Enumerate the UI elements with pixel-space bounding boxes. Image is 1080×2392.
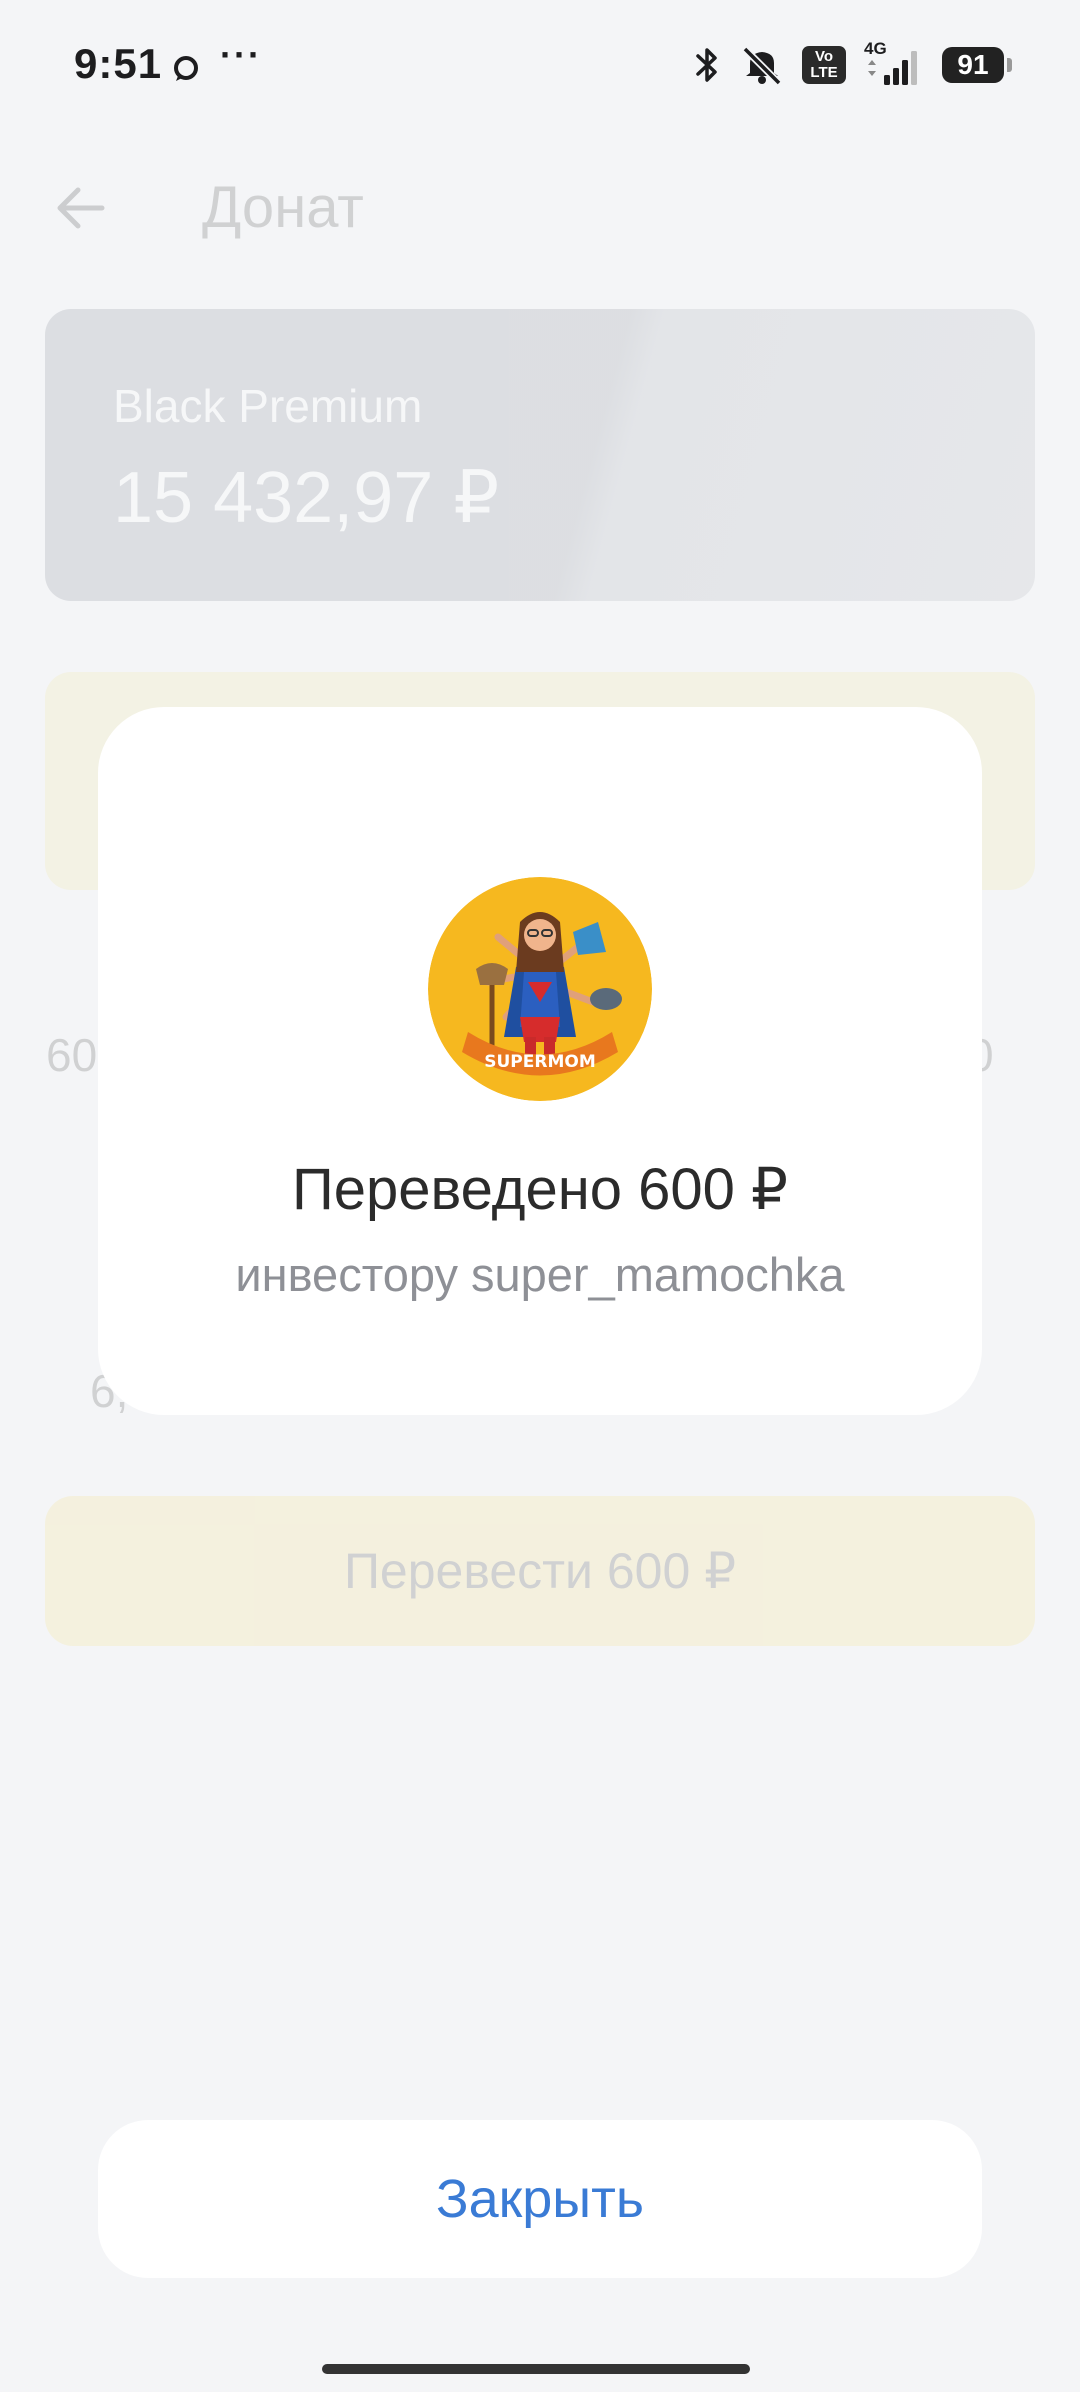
message-icon (174, 56, 198, 81)
recipient-avatar: SUPERMOM (428, 877, 652, 1101)
success-dialog: SUPERMOM Переведено 600 ₽ инвестору supe… (98, 707, 982, 1415)
home-indicator[interactable] (322, 2364, 750, 2374)
account-card: Black Premium 15 432,97 ₽ (45, 309, 1035, 601)
dialog-title: Переведено 600 ₽ (292, 1157, 788, 1222)
status-time: 9:51 (74, 40, 163, 87)
supermom-avatar-image: SUPERMOM (428, 877, 652, 1101)
back-arrow-icon (57, 187, 105, 229)
volte-icon: Vo LTE (802, 46, 846, 84)
bluetooth-icon (696, 48, 717, 82)
status-bar: 9:51 ··· Vo LTE 4G 91 (0, 0, 1080, 130)
more-notifications-icon: ··· (220, 34, 262, 75)
account-balance: 15 432,97 ₽ (113, 458, 500, 538)
close-button[interactable]: Закрыть (98, 2120, 982, 2278)
transfer-button: Перевести 600 ₽ (45, 1496, 1035, 1646)
account-name: Black Premium (113, 380, 423, 432)
amount-fragment-left: 60 (46, 1029, 98, 1081)
page-title: Донат (202, 175, 364, 240)
avatar-ribbon-text: SUPERMOM (484, 1052, 596, 1072)
dialog-subtitle: инвестору super_mamochka (235, 1248, 845, 1301)
battery-icon: 91 (942, 47, 1012, 83)
mute-icon (742, 46, 782, 85)
signal-icon: 4G (864, 39, 924, 87)
status-icons: Vo LTE 4G 91 (692, 39, 1012, 88)
